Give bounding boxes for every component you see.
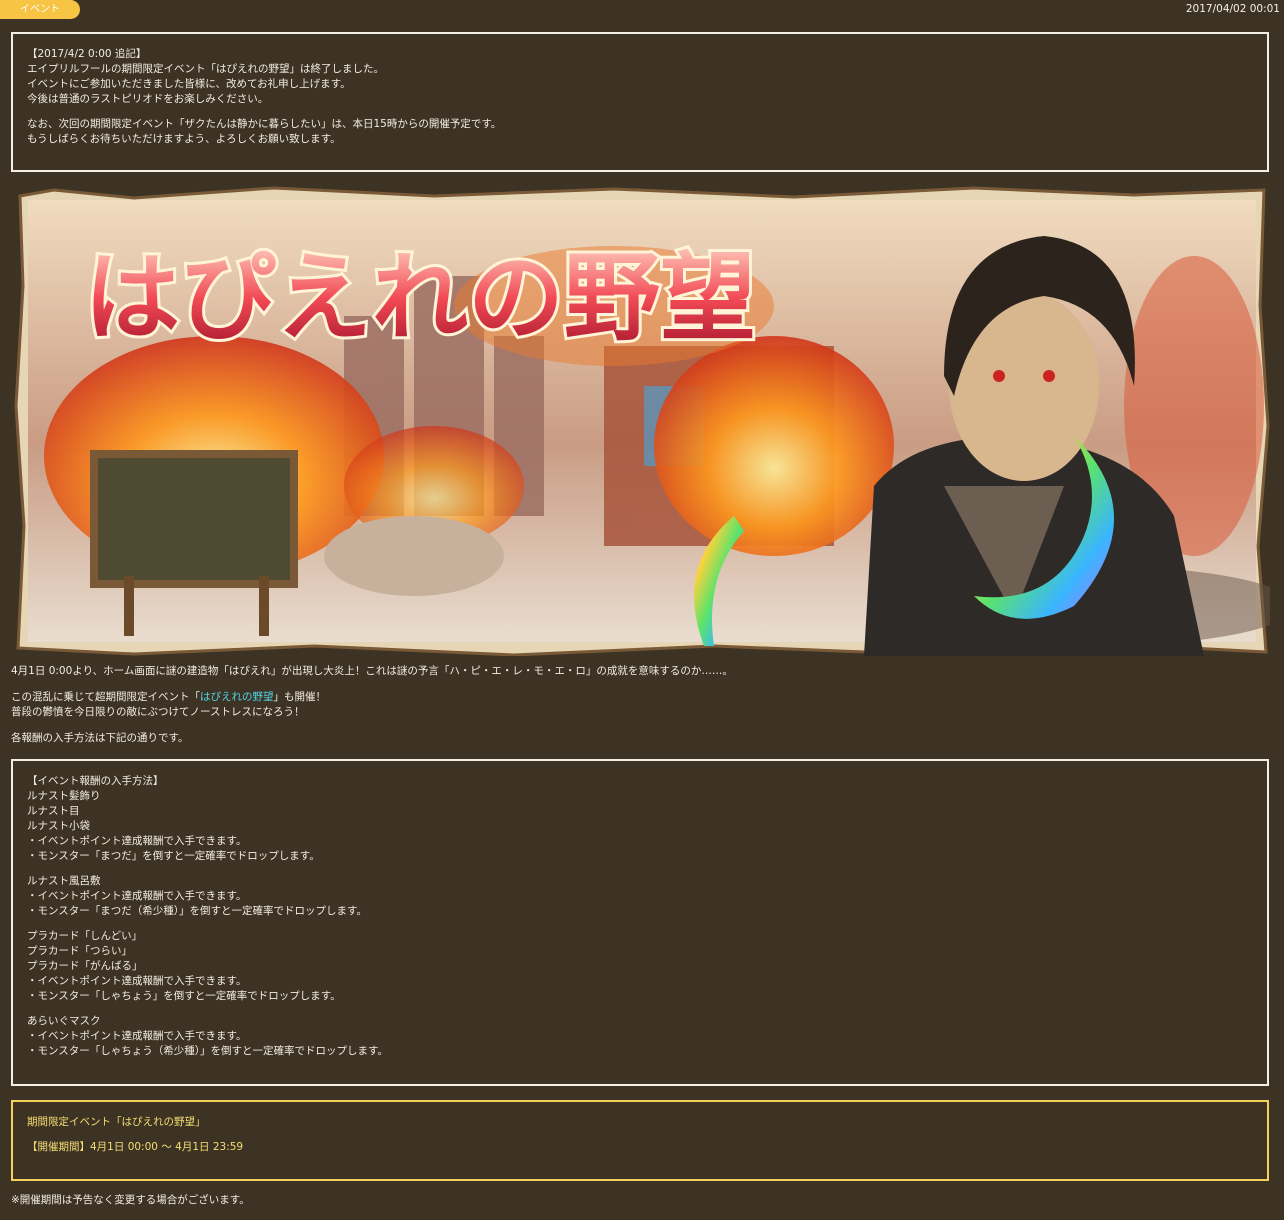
intro-paragraph-3: 各報酬の入手方法は下記の通りです。 xyxy=(11,732,189,744)
event-banner-image: はぴえれの野望 xyxy=(14,186,1270,656)
rewards-box: 【イベント報酬の入手方法】 ルナスト髪飾り ルナスト目 ルナスト小袋 ・イベント… xyxy=(11,759,1269,1086)
notice-line: なお、次回の期間限定イベント「ザクたんは静かに暮らしたい」は、本日15時からの開… xyxy=(27,118,502,130)
notice-line: 今後は普通のラストピリオドをお楽しみください。 xyxy=(27,93,269,105)
intro-paragraph-1: 4月1日 0:00より、ホーム画面に謎の建造物「はぴえれ」が出現し大炎上！これは… xyxy=(11,665,733,677)
notice-line: もうしばらくお待ちいただけますよう、よろしくお願い致します。 xyxy=(27,133,341,145)
event-period-dates: 【開催期間】4月1日 00:00 ～ 4月1日 23:59 xyxy=(27,1141,244,1153)
reward-group: 【イベント報酬の入手方法】 ルナスト髪飾り ルナスト目 ルナスト小袋 ・イベント… xyxy=(27,775,320,862)
event-period-title: 期間限定イベント「はぴえれの野望」 xyxy=(27,1116,206,1128)
intro-paragraph-2: この混乱に乗じて超期間限定イベント「はぴえれの野望」も開催！ 普段の鬱憤を今日限… xyxy=(11,691,326,718)
reward-group: プラカード「しんどい」 プラカード「つらい」 プラカード「がんばる」 ・イベント… xyxy=(27,930,341,1002)
notice-line: 【2017/4/2 0:00 追記】 xyxy=(27,48,147,60)
reward-group: ルナスト風呂敷 ・イベントポイント達成報酬で入手できます。 ・モンスター「まつだ… xyxy=(27,875,367,917)
event-name-link[interactable]: はぴえれの野望 xyxy=(200,691,274,703)
notice-box: 【2017/4/2 0:00 追記】 エイプリルフールの期間限定イベント「はぴえ… xyxy=(11,32,1269,172)
footer-note: ※開催期間は予告なく変更する場合がございます。 xyxy=(11,1194,250,1206)
reward-group: あらいぐマスク ・イベントポイント達成報酬で入手できます。 ・モンスター「しゃち… xyxy=(27,1015,388,1057)
post-date: 2017/04/02 00:01 xyxy=(1185,3,1280,15)
event-category-badge: イベント xyxy=(0,0,80,19)
notice-line: エイプリルフールの期間限定イベント「はぴえれの野望」は終了しました。 xyxy=(27,63,384,75)
notice-line: イベントにご参加いただきました皆様に、改めてお礼申し上げます。 xyxy=(27,78,351,90)
event-period-box: 期間限定イベント「はぴえれの野望」 【開催期間】4月1日 00:00 ～ 4月1… xyxy=(11,1100,1269,1181)
banner-title: はぴえれの野望 xyxy=(84,242,756,354)
